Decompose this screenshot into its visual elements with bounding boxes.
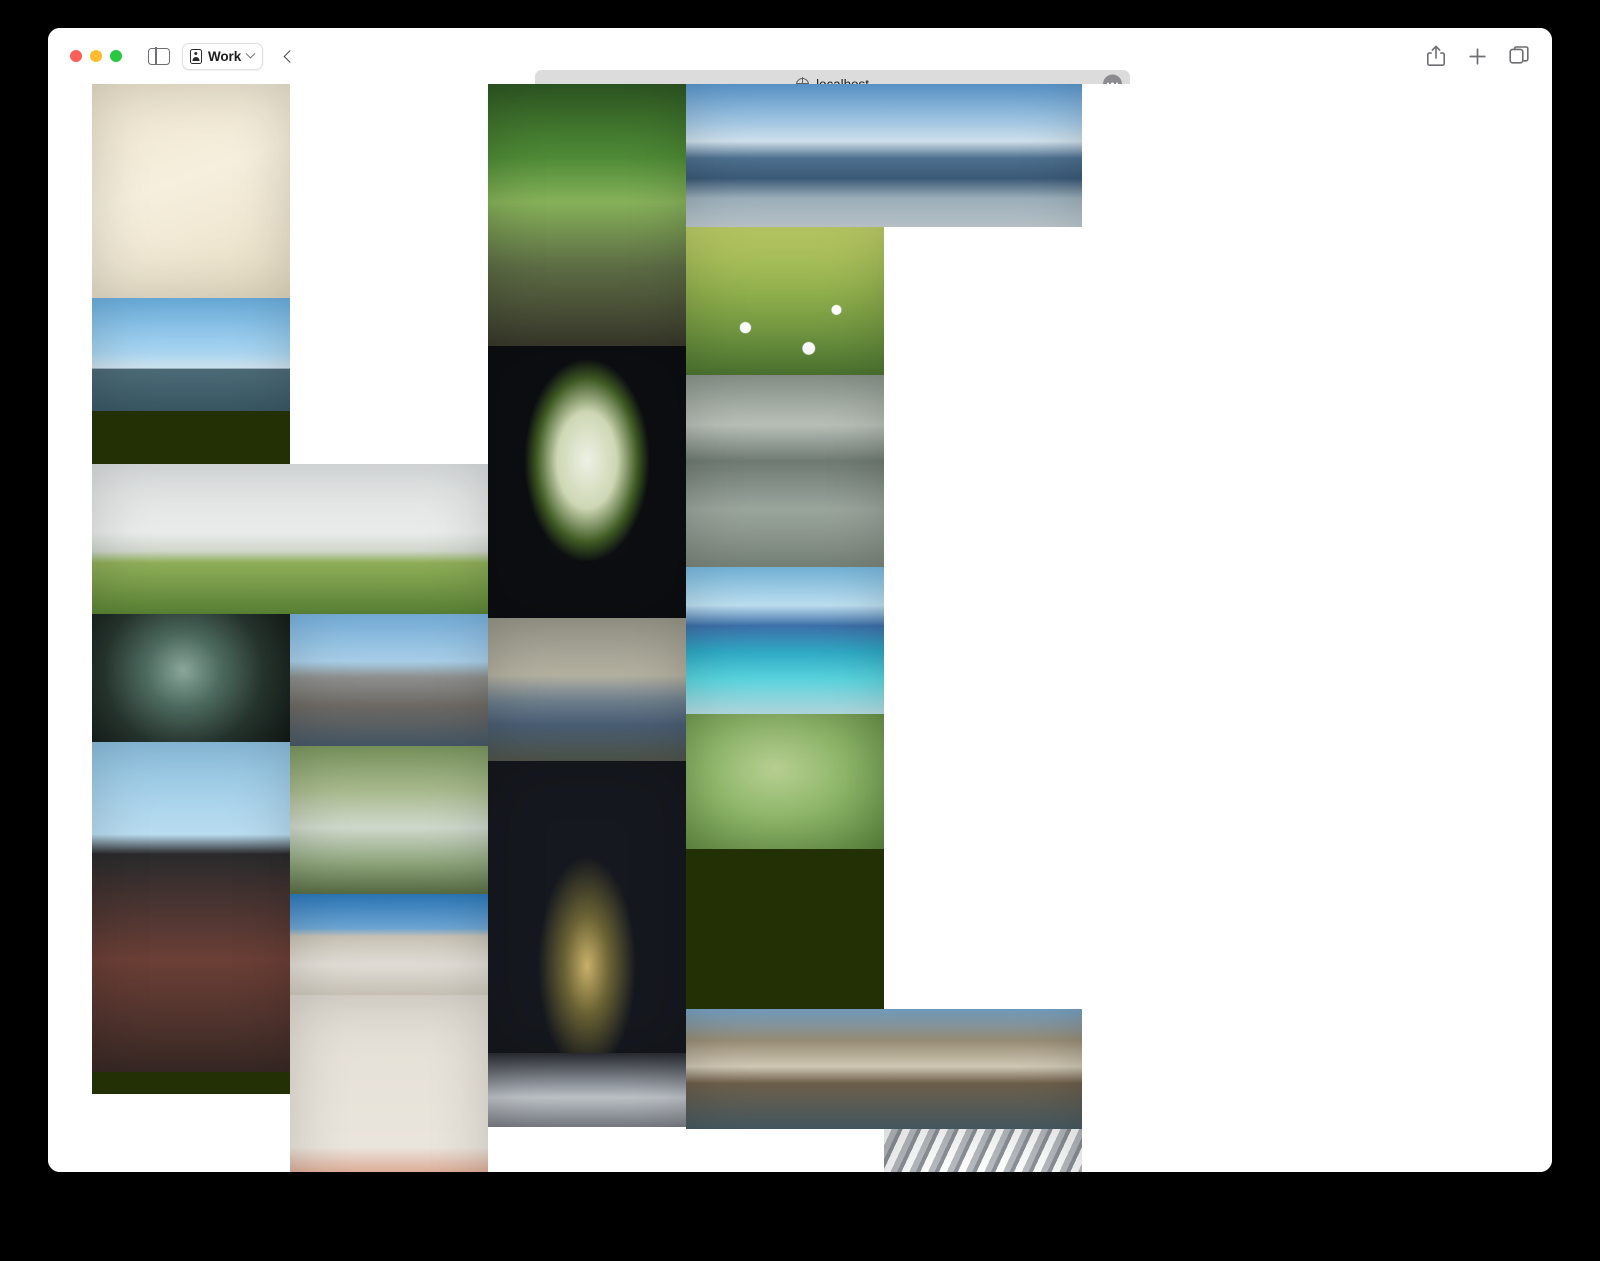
placeholder-olive-2[interactable] <box>92 1072 290 1094</box>
tab-overview-icon[interactable] <box>1509 46 1530 66</box>
page-content <box>48 84 1552 1172</box>
photo-glass-marbles-bokeh[interactable] <box>290 746 488 894</box>
sidebar-toggle-icon[interactable] <box>148 46 170 66</box>
close-window-button[interactable] <box>70 50 82 62</box>
photo-driftwood-beach[interactable] <box>290 894 488 995</box>
placeholder-olive-1-image <box>92 411 290 464</box>
chevron-down-icon <box>245 48 256 59</box>
photo-glass-ceiling-detail[interactable] <box>488 1053 686 1127</box>
id-card-icon <box>190 48 202 64</box>
photo-turquoise-lake-shore[interactable] <box>686 567 884 714</box>
photo-deer-in-fog[interactable] <box>92 464 488 614</box>
photo-agave-succulent[interactable] <box>92 614 290 742</box>
minimize-window-button[interactable] <box>90 50 102 62</box>
photo-wren-on-lichen-branch-vignette <box>686 714 884 849</box>
photo-white-louver-facade[interactable] <box>884 1129 1082 1172</box>
photo-daisy-meadow-vignette <box>686 227 884 375</box>
photo-skyscraper-at-night-vignette <box>488 761 686 1053</box>
photo-wren-on-lichen-branch[interactable] <box>686 714 884 849</box>
photo-bee-on-white-flower-vignette <box>92 84 290 298</box>
photo-castle-on-river[interactable] <box>92 298 290 411</box>
photo-glass-ceiling-detail-vignette <box>488 1053 686 1127</box>
photo-blue-scrub-jay[interactable] <box>488 618 686 761</box>
photo-bamboo-bridge-path-vignette <box>488 84 686 346</box>
photo-blue-scrub-jay-vignette <box>488 618 686 761</box>
photo-ornate-iron-gate-vignette <box>686 375 884 567</box>
photo-castle-on-river-vignette <box>92 298 290 411</box>
photo-gallery-grid <box>92 84 1478 1172</box>
photo-skyscraper-at-night[interactable] <box>488 761 686 1053</box>
photo-bamboo-bridge-path[interactable] <box>488 84 686 346</box>
back-button[interactable] <box>275 43 301 69</box>
photo-turquoise-lake-shore-vignette <box>686 567 884 714</box>
window-controls <box>70 50 122 62</box>
photo-brooklyn-bridge[interactable] <box>290 614 488 746</box>
photo-alley-lamp[interactable] <box>92 742 290 1072</box>
share-icon[interactable] <box>1426 45 1446 67</box>
placeholder-olive-3[interactable] <box>686 849 884 1009</box>
placeholder-olive-1[interactable] <box>92 411 290 464</box>
photo-bee-on-white-flower[interactable] <box>92 84 290 298</box>
photo-mountains-over-lake-vignette <box>686 84 1082 227</box>
photo-driftwood-beach-vignette <box>290 894 488 995</box>
photo-white-flower-bud[interactable] <box>488 346 686 618</box>
photo-brooklyn-bridge-vignette <box>290 614 488 746</box>
photo-ornate-iron-gate[interactable] <box>686 375 884 567</box>
photo-bow-bridge-central-park[interactable] <box>686 1009 1082 1129</box>
photo-daisy-meadow[interactable] <box>686 227 884 375</box>
photo-bow-bridge-central-park-vignette <box>686 1009 1082 1129</box>
photo-books-and-plant-vignette <box>290 995 488 1172</box>
photo-deer-in-fog-vignette <box>92 464 488 614</box>
placeholder-olive-2-image <box>92 1072 290 1094</box>
browser-toolbar: Work localhost <box>48 28 1552 98</box>
photo-mountains-over-lake[interactable] <box>686 84 1082 227</box>
profile-switcher-button[interactable]: Work <box>182 42 264 70</box>
photo-books-and-plant[interactable] <box>290 995 488 1172</box>
toolbar-right-actions <box>1426 28 1530 84</box>
placeholder-olive-3-image <box>686 849 884 1009</box>
photo-agave-succulent-vignette <box>92 614 290 742</box>
new-tab-plus-icon[interactable] <box>1468 47 1487 66</box>
photo-alley-lamp-vignette <box>92 742 290 1072</box>
profile-label: Work <box>208 48 242 64</box>
photo-glass-marbles-bokeh-vignette <box>290 746 488 894</box>
photo-white-flower-bud-vignette <box>488 346 686 618</box>
photo-white-louver-facade-vignette <box>884 1129 1082 1172</box>
zoom-window-button[interactable] <box>110 50 122 62</box>
browser-window: Work localhost <box>48 28 1552 1172</box>
chevron-left-icon <box>283 49 296 63</box>
